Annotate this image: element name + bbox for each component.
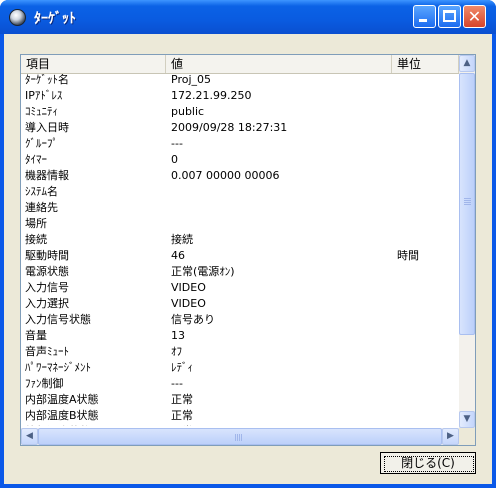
row-value: 13 <box>171 329 185 342</box>
row-item: 音声ﾐｭｰﾄ <box>25 345 69 358</box>
table-row[interactable]: 音声ﾐｭｰﾄ ｵﾌ <box>21 346 459 358</box>
maximize-button[interactable] <box>438 5 461 28</box>
row-value: public <box>171 105 205 118</box>
row-item: ｸﾞﾙｰﾌﾟ <box>25 137 58 150</box>
table-row[interactable]: 駆動時間 46 時間 <box>21 250 459 262</box>
row-value: --- <box>171 137 183 150</box>
table-row[interactable]: 内部温度B状態 正常 <box>21 410 459 422</box>
row-item: ｺﾐｭﾆﾃｨ <box>25 105 58 118</box>
minimize-button[interactable] <box>413 5 436 28</box>
target-window: ﾀｰｹﾞｯﾄ ✕ 項目 値 単位 ﾀｰｹﾞｯﾄ名 Proj_05 IPｱﾄﾞﾚｽ 17… <box>0 0 496 488</box>
row-value: ﾚﾃﾞｨ <box>171 361 193 374</box>
table-row[interactable]: 場所 <box>21 218 459 230</box>
table-row[interactable]: 導入日時 2009/09/28 18:27:31 <box>21 122 459 134</box>
row-item: 場所 <box>25 217 47 230</box>
table-row[interactable]: ｺﾐｭﾆﾃｨ public <box>21 106 459 118</box>
close-dialog-button[interactable]: 閉じる(C) <box>380 452 476 474</box>
vertical-scroll-thumb[interactable] <box>459 73 475 335</box>
row-item: 入力信号状態 <box>25 313 91 326</box>
horizontal-scrollbar[interactable]: ◀ ▶ <box>21 428 459 445</box>
column-header-item[interactable]: 項目 <box>21 55 166 73</box>
row-value: VIDEO <box>171 297 206 310</box>
table-row[interactable]: 連絡先 <box>21 202 459 214</box>
row-value: 172.21.99.250 <box>171 89 252 102</box>
table-row[interactable]: 接続 接続 <box>21 234 459 246</box>
table-row[interactable]: 入力信号 VIDEO <box>21 282 459 294</box>
row-value: 0 <box>171 153 178 166</box>
row-value: 46 <box>171 249 185 262</box>
grip-icon <box>235 434 236 441</box>
window-title: ﾀｰｹﾞｯﾄ <box>34 11 76 27</box>
row-item: ｼｽﾃﾑ名 <box>25 185 58 198</box>
row-value: 正常(電源ｵﾝ) <box>171 265 235 278</box>
row-value: VIDEO <box>171 281 206 294</box>
close-button-label: 閉じる(C) <box>401 456 455 470</box>
minimize-icon <box>419 19 427 22</box>
row-unit: 時間 <box>397 249 419 262</box>
row-item: 駆動時間 <box>25 249 69 262</box>
row-item: IPｱﾄﾞﾚｽ <box>25 89 63 102</box>
row-item: 入力選択 <box>25 297 69 310</box>
table-row[interactable]: ｼｽﾃﾑ名 <box>21 186 459 198</box>
row-item: ﾊﾟﾜｰﾏﾈｰｼﾞﾒﾝﾄ <box>25 361 91 374</box>
row-item: 機器情報 <box>25 169 69 182</box>
row-item: ﾌｧﾝ制御 <box>25 377 64 390</box>
column-header-value[interactable]: 値 <box>166 55 392 73</box>
scroll-down-button[interactable]: ▼ <box>459 411 475 428</box>
row-item: 内部温度A状態 <box>25 393 99 406</box>
vertical-scrollbar[interactable]: ▲ ▼ <box>459 55 475 428</box>
scroll-corner <box>459 428 475 445</box>
grip-icon <box>464 198 471 199</box>
row-value: 信号あり <box>171 313 215 326</box>
horizontal-scroll-thumb[interactable] <box>38 428 442 445</box>
row-item: 導入日時 <box>25 121 69 134</box>
table-row[interactable]: ｸﾞﾙｰﾌﾟ --- <box>21 138 459 150</box>
dialog-client-area: 項目 値 単位 ﾀｰｹﾞｯﾄ名 Proj_05 IPｱﾄﾞﾚｽ 172.21.99.2… <box>4 34 492 484</box>
row-item: 連絡先 <box>25 201 58 214</box>
table-row[interactable]: 機器情報 0.007 00000 00006 <box>21 170 459 182</box>
scroll-right-button[interactable]: ▶ <box>442 428 459 445</box>
row-item: 音量 <box>25 329 47 342</box>
table-row[interactable]: 入力信号状態 信号あり <box>21 314 459 326</box>
table-row[interactable]: 内部温度A状態 正常 <box>21 394 459 406</box>
column-header-unit[interactable]: 単位 <box>392 55 459 73</box>
maximize-icon <box>443 10 456 22</box>
title-bar[interactable]: ﾀｰｹﾞｯﾄ ✕ <box>0 0 496 34</box>
window-close-button[interactable]: ✕ <box>463 5 486 28</box>
list-rows: ﾀｰｹﾞｯﾄ名 Proj_05 IPｱﾄﾞﾚｽ 172.21.99.250 ｺﾐｭﾆﾃｨ… <box>21 74 459 426</box>
row-value: 接続 <box>171 233 193 246</box>
table-row[interactable]: 音量 13 <box>21 330 459 342</box>
scroll-up-button[interactable]: ▲ <box>459 55 475 72</box>
scroll-left-button[interactable]: ◀ <box>21 428 38 445</box>
table-row[interactable]: IPｱﾄﾞﾚｽ 172.21.99.250 <box>21 90 459 102</box>
row-item: ﾀｲﾏｰ <box>25 153 47 166</box>
table-row[interactable]: ﾀｰｹﾞｯﾄ名 Proj_05 <box>21 74 459 86</box>
row-item: 入力信号 <box>25 281 69 294</box>
row-value: 2009/09/28 18:27:31 <box>171 121 288 134</box>
row-item: 内部温度B状態 <box>25 409 99 422</box>
row-value: 正常 <box>171 409 193 422</box>
row-value: --- <box>171 377 183 390</box>
row-value: 正常 <box>171 393 193 406</box>
row-item: 接続 <box>25 233 47 246</box>
property-list[interactable]: 項目 値 単位 ﾀｰｹﾞｯﾄ名 Proj_05 IPｱﾄﾞﾚｽ 172.21.99.2… <box>20 54 476 446</box>
app-icon <box>9 9 26 26</box>
row-item: ﾀｰｹﾞｯﾄ名 <box>25 74 69 86</box>
close-icon: ✕ <box>467 7 482 26</box>
table-row[interactable]: ﾊﾟﾜｰﾏﾈｰｼﾞﾒﾝﾄ ﾚﾃﾞｨ <box>21 362 459 374</box>
row-value: Proj_05 <box>171 74 212 86</box>
list-header: 項目 値 単位 <box>21 55 459 74</box>
table-row[interactable]: 入力選択 VIDEO <box>21 298 459 310</box>
row-value: 0.007 00000 00006 <box>171 169 280 182</box>
row-value: ｵﾌ <box>171 345 182 358</box>
table-row[interactable]: 電源状態 正常(電源ｵﾝ) <box>21 266 459 278</box>
table-row[interactable]: ﾀｲﾏｰ 0 <box>21 154 459 166</box>
row-item: 電源状態 <box>25 265 69 278</box>
table-row[interactable]: ﾌｧﾝ制御 --- <box>21 378 459 390</box>
